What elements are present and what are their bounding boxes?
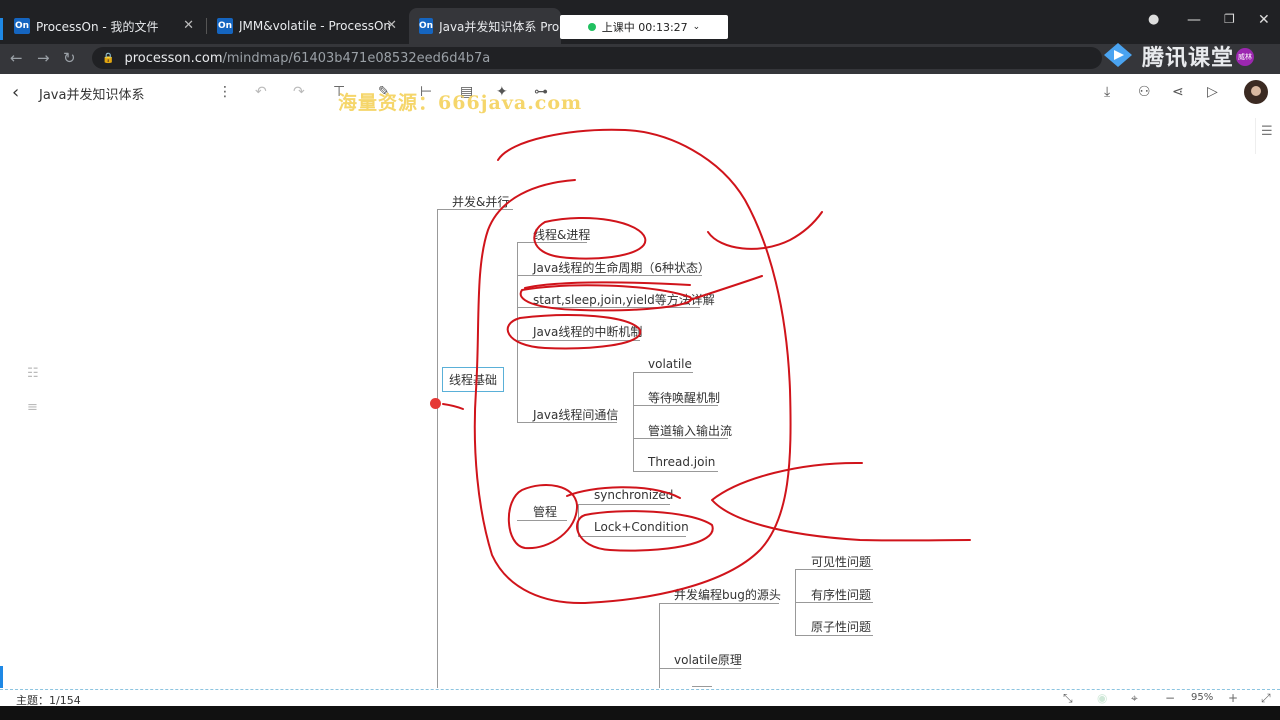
live-dot-icon (587, 23, 596, 31)
tab-title: JMM&volatile - ProcessOn (239, 19, 392, 33)
node-volatile[interactable]: volatile (644, 357, 696, 371)
tab-java-concurrency[interactable]: On Java并发知识体系 Process (409, 8, 561, 44)
node-thread-communication[interactable]: Java线程间通信 (529, 406, 622, 423)
back-arrow-icon[interactable]: ← (10, 49, 23, 67)
more-menu-icon[interactable]: ⋮ (218, 84, 232, 100)
brand-name: 腾讯课堂 (1142, 46, 1235, 71)
class-status-text: 上课中 00:13:27 (601, 21, 688, 34)
node-thread-join[interactable]: Thread.join (644, 455, 719, 469)
node-monitor[interactable]: 管程 (529, 503, 561, 520)
tab-processon-files[interactable]: On ProcessOn - 我的文件 ✕ (4, 8, 204, 44)
node-lock-condition[interactable]: Lock+Condition (590, 520, 693, 534)
node-volatile-principle[interactable]: volatile原理 (670, 651, 746, 668)
branch-line (659, 603, 660, 688)
node-thread-process[interactable]: 线程&进程 (529, 226, 594, 243)
video-bottom-bar (0, 706, 1280, 720)
annotation-underline-lifecycle (524, 281, 691, 289)
present-play-icon[interactable]: ▷ (1207, 84, 1218, 100)
branch-line (578, 504, 579, 536)
collaborate-icon[interactable]: ⚇ (1138, 84, 1151, 100)
back-icon[interactable]: ‹ (12, 82, 19, 103)
profile-dropdown-icon[interactable]: ● (1148, 12, 1159, 27)
tencent-classroom-logo-icon (1104, 43, 1132, 67)
eye-icon[interactable]: ◉ (1097, 691, 1107, 705)
node-visibility[interactable]: 可见性问题 (807, 553, 875, 570)
url-host: processon.com (124, 50, 223, 66)
menu-lines-icon[interactable]: ≡ (27, 400, 38, 415)
connector (659, 668, 741, 669)
lock-icon: 🔒 (102, 52, 115, 64)
tab-title: Java并发知识体系 Process (439, 19, 561, 34)
minimize-icon[interactable]: — (1187, 12, 1201, 28)
tencent-classroom-brand: 腾讯课堂 威林 (1100, 40, 1254, 72)
download-icon[interactable]: ⤓ (1104, 84, 1110, 100)
connector (517, 520, 567, 521)
branch-line (517, 242, 518, 422)
connector (633, 471, 718, 472)
restore-icon[interactable]: ❐ (1224, 12, 1235, 26)
zoom-in-icon[interactable]: + (1228, 691, 1238, 705)
zoom-out-icon[interactable]: − (1165, 691, 1175, 705)
settings-sliders-icon: ☰ (1261, 124, 1273, 139)
share-icon[interactable]: ⋖ (1172, 84, 1184, 100)
recording-marker (0, 18, 3, 40)
node-interrupt[interactable]: Java线程的中断机制 (529, 323, 646, 340)
trunk-line (437, 209, 438, 689)
url-path: /mindmap/61403b471e08532eed6d4b7a (222, 50, 491, 66)
undo-icon[interactable]: ↶ (255, 84, 267, 100)
class-status-pill[interactable]: 上课中 00:13:27 ⌄ (560, 15, 728, 39)
fullscreen-icon[interactable]: ⤢ (1261, 691, 1271, 706)
connector (517, 340, 640, 341)
fit-screen-icon[interactable]: ⤡ (1063, 691, 1073, 706)
annotation-arrow-stroke (711, 461, 971, 542)
right-panel-toggle[interactable]: ☰ (1255, 118, 1280, 154)
watermark-text: 海量资源：666java.com (338, 92, 583, 114)
node-synchronized[interactable]: synchronized (590, 488, 677, 502)
window-close-icon[interactable]: ✕ (1258, 12, 1270, 28)
url-input[interactable]: 🔒 processon.com/mindmap/61403b471e08532e… (92, 47, 1102, 69)
close-tab-icon[interactable]: ✕ (386, 18, 397, 33)
annotation-dot-tail (442, 403, 464, 410)
reload-icon[interactable]: ↻ (63, 49, 76, 67)
connector (633, 372, 693, 373)
processon-favicon-icon: On (419, 18, 434, 34)
teacher-badge: 威林 (1236, 48, 1254, 66)
node-thread-lifecycle[interactable]: Java线程的生命周期（6种状态） (529, 259, 714, 276)
node-bug-source[interactable]: 并发编程bug的源头 (670, 586, 785, 603)
chevron-down-icon: ⌄ (692, 22, 701, 32)
node-concurrency-parallel[interactable]: 并发&并行 (448, 193, 513, 210)
processon-favicon-icon: On (217, 18, 233, 34)
location-pin-icon[interactable]: ⌖ (1131, 691, 1138, 706)
tab-jmm-volatile[interactable]: On JMM&volatile - ProcessOn ✕ (207, 8, 407, 44)
processon-favicon-icon: On (14, 18, 30, 34)
status-divider (0, 689, 1280, 690)
redo-icon[interactable]: ↷ (293, 84, 305, 100)
node-atomicity[interactable]: 原子性问题 (807, 618, 875, 635)
node-ordering[interactable]: 有序性问题 (807, 586, 875, 603)
node-wait-notify[interactable]: 等待唤醒机制 (644, 389, 724, 406)
connector (578, 504, 670, 505)
branch-line (633, 372, 634, 472)
connector (795, 635, 873, 636)
zoom-level[interactable]: 95% (1191, 692, 1213, 703)
app-toolbar (0, 74, 1280, 110)
outline-list-icon[interactable]: ☷ (27, 366, 39, 381)
connector (692, 686, 712, 687)
pointer-dot (430, 398, 441, 409)
node-thread-basics[interactable]: 线程基础 (442, 367, 505, 392)
connector (578, 536, 686, 537)
avatar[interactable] (1244, 80, 1268, 104)
tab-title: ProcessOn - 我的文件 (36, 19, 159, 34)
forward-arrow-icon[interactable]: → (37, 49, 50, 67)
node-thread-methods[interactable]: start,sleep,join,yield等方法详解 (529, 291, 719, 308)
close-tab-icon[interactable]: ✕ (183, 18, 194, 33)
connector (659, 603, 779, 604)
node-pipe-stream[interactable]: 管道输入输出流 (644, 422, 736, 439)
recording-marker (0, 666, 3, 688)
annotation-top-swoosh (707, 211, 823, 250)
document-title[interactable]: Java并发知识体系 (39, 84, 144, 103)
